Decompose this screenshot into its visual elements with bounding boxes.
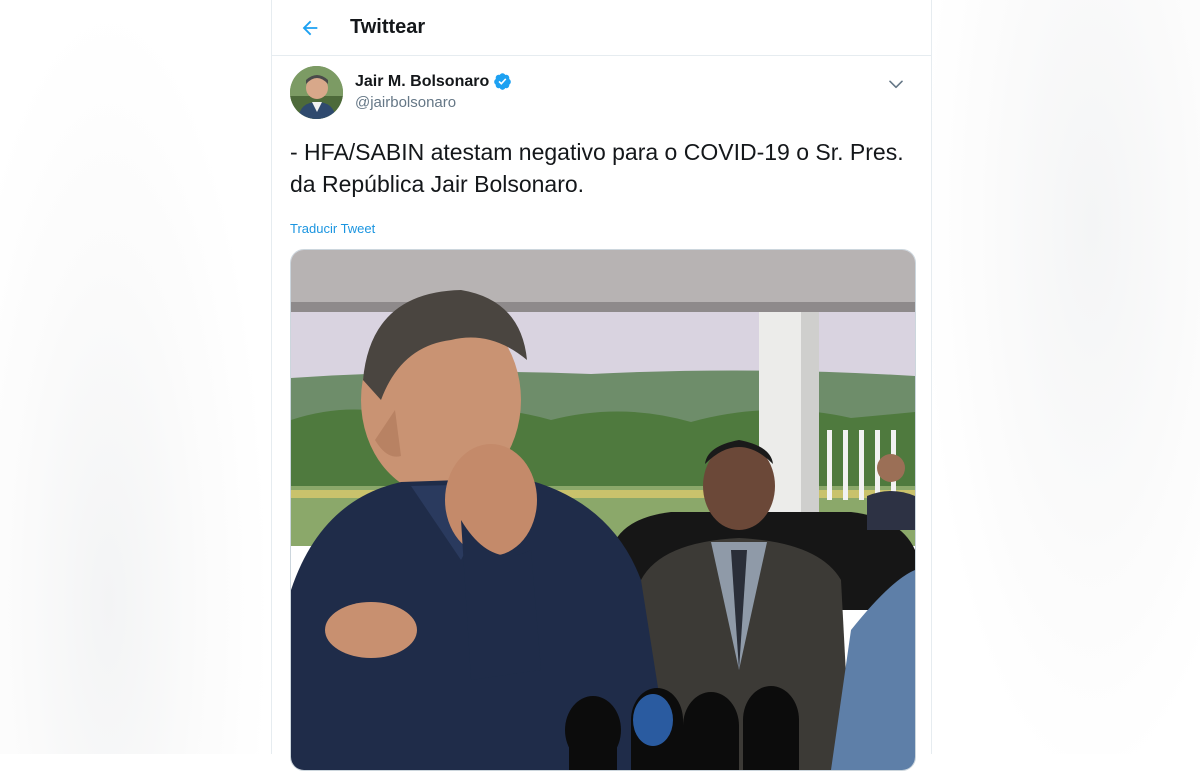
background-left <box>0 0 271 754</box>
back-button[interactable] <box>292 10 328 46</box>
page-header: Twittear <box>272 0 931 56</box>
page-title: Twittear <box>350 16 426 38</box>
tweet-column: Twittear Jair M. Bolsonaro @jairbolsonar… <box>271 0 932 771</box>
photo-image <box>291 250 915 770</box>
author-handle[interactable]: @jairbolsonaro <box>355 94 512 111</box>
author-display-name[interactable]: Jair M. Bolsonaro <box>355 73 489 91</box>
arrow-left-icon <box>302 20 318 36</box>
name-row: Jair M. Bolsonaro <box>355 72 512 91</box>
avatar[interactable] <box>290 66 343 119</box>
tweet-photo[interactable] <box>290 249 916 771</box>
tweet-text: - HFA/SABIN atestam negativo para o COVI… <box>290 139 904 197</box>
author-names: Jair M. Bolsonaro @jairbolsonaro <box>355 72 512 111</box>
background-right <box>931 0 1200 754</box>
verified-badge-icon <box>494 73 512 90</box>
chevron-down-icon <box>889 80 903 89</box>
avatar-image <box>290 66 343 119</box>
more-options-button[interactable] <box>882 70 910 98</box>
translate-tweet-link[interactable]: Traducir Tweet <box>290 221 375 236</box>
tweet-author: Jair M. Bolsonaro @jairbolsonaro <box>290 66 910 126</box>
